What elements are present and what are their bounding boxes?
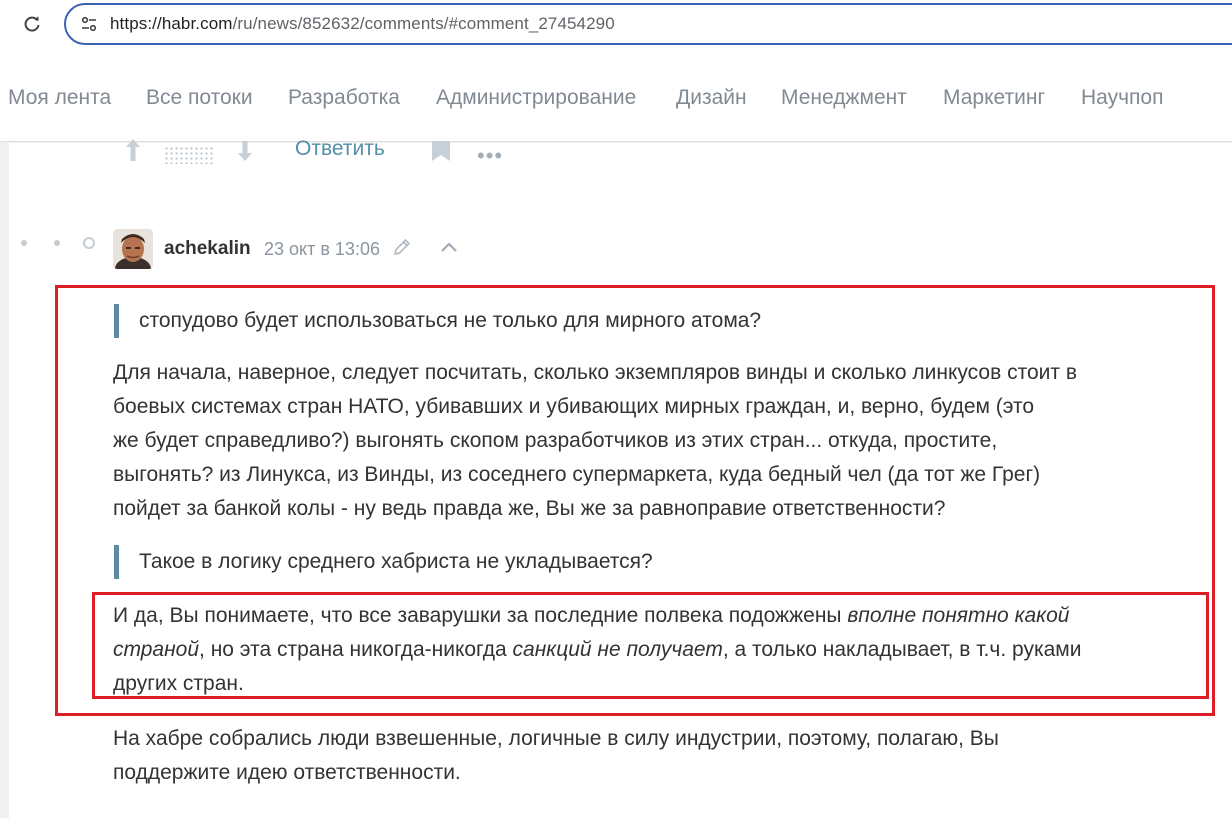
url-field[interactable]: https://habr.com/ru/news/852632/comments…: [64, 3, 1232, 45]
comments-section: Ответить ••• achekalin 23 окт в 13:06 ст…: [9, 137, 1232, 818]
vote-score: [164, 146, 214, 164]
comment-line: На хабре собрались люди взвешенные, логи…: [113, 727, 999, 750]
thread-dot: [21, 240, 27, 246]
highlight-frame-inner: [92, 592, 1209, 699]
edit-pencil-icon: [393, 238, 411, 256]
vote-up-icon[interactable]: [123, 137, 143, 163]
url-text[interactable]: https://habr.com/ru/news/852632/comments…: [110, 14, 615, 34]
reply-link[interactable]: Ответить: [295, 137, 385, 161]
nav-item-design[interactable]: Дизайн: [676, 86, 747, 110]
nav-item-my-feed[interactable]: Моя лента: [8, 86, 111, 110]
comment-author[interactable]: achekalin: [164, 238, 251, 260]
nav-item-development[interactable]: Разработка: [288, 86, 400, 110]
collapse-chevron-up-icon[interactable]: [439, 239, 459, 255]
comment-paragraph: На хабре собрались люди взвешенные, логи…: [113, 722, 1213, 790]
nav-item-administration[interactable]: Администрирование: [436, 86, 636, 110]
site-nav-bar: Моя лента Все потоки Разработка Админист…: [0, 54, 1232, 142]
nav-item-all-streams[interactable]: Все потоки: [146, 86, 253, 110]
comment-line: поддержите идею ответственности.: [113, 761, 461, 784]
avatar[interactable]: [113, 229, 153, 269]
site-settings-icon[interactable]: [80, 15, 98, 33]
thread-dot: [54, 240, 60, 246]
comment-timestamp[interactable]: 23 окт в 13:06: [264, 239, 380, 260]
nav-item-management[interactable]: Менеджмент: [781, 86, 907, 110]
url-path: /ru/news/852632/comments/#comment_274542…: [232, 14, 615, 33]
browser-address-bar: https://habr.com/ru/news/852632/comments…: [0, 0, 1232, 54]
nav-item-marketing[interactable]: Маркетинг: [943, 86, 1045, 110]
vote-down-icon[interactable]: [235, 141, 255, 163]
previous-comment-actions: Ответить •••: [9, 137, 609, 183]
url-host: https://habr.com: [110, 14, 233, 33]
thread-dot-current: [83, 237, 95, 249]
more-options-icon[interactable]: •••: [477, 143, 503, 169]
nav-item-popsci[interactable]: Научпоп: [1081, 86, 1163, 110]
bookmark-icon[interactable]: [431, 141, 451, 163]
reload-icon[interactable]: [20, 12, 44, 36]
